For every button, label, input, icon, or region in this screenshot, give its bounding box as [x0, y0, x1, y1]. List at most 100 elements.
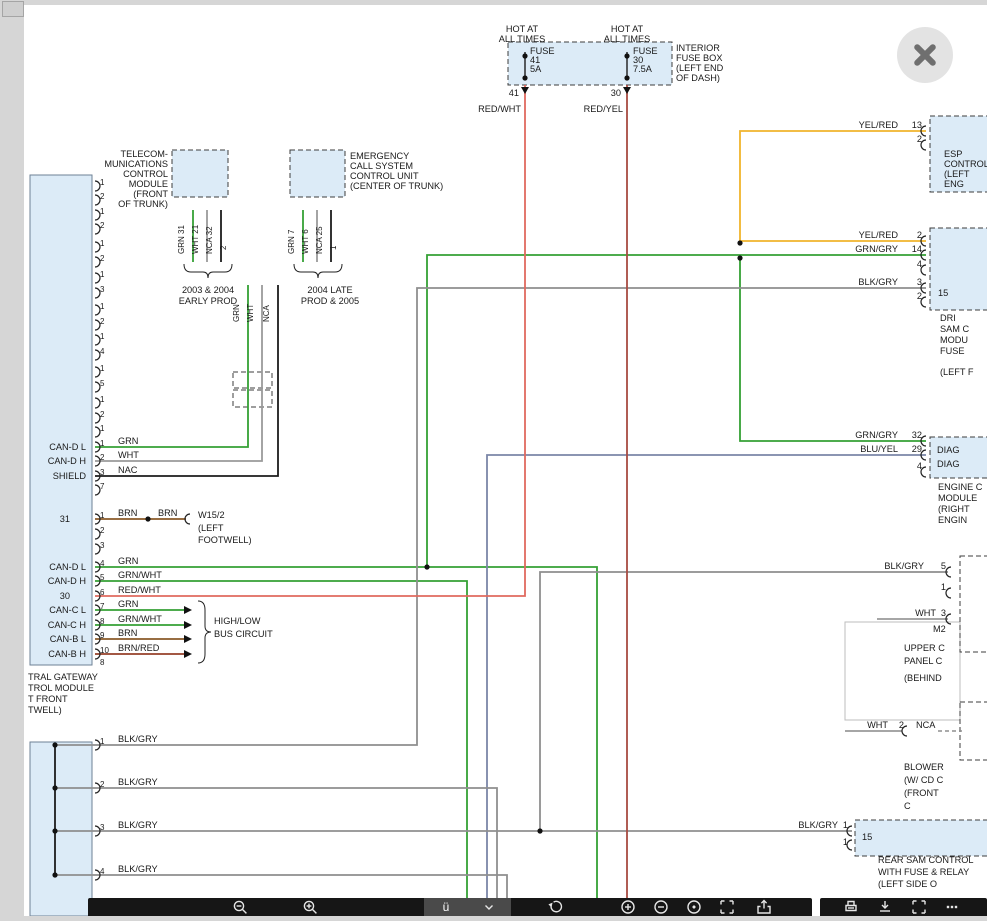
zoom-in-button[interactable] — [296, 898, 324, 916]
diagram-label: RED/WHT — [478, 104, 521, 114]
diagram-label: CAN-B L — [50, 634, 86, 644]
rotate-button[interactable] — [542, 898, 570, 916]
open-external-button[interactable] — [905, 898, 933, 916]
diagram-label: BRN — [118, 508, 137, 518]
tool-label: ü — [443, 900, 450, 914]
rotate-ccw-glyph — [551, 901, 561, 911]
pin-number: 2 — [100, 221, 105, 230]
diagram-label: (RIGHT — [938, 504, 970, 514]
dots-icon — [938, 898, 966, 916]
pin-number: 1 — [100, 511, 105, 520]
diagram-label: 2004 LATE — [307, 285, 352, 295]
wire-grn — [95, 285, 248, 447]
diagram-label-rotated: 2 — [219, 245, 228, 250]
circle-minus-icon — [647, 898, 675, 916]
diagram-label: (LEFT END — [676, 63, 724, 73]
diagram-label: 2 — [917, 230, 922, 240]
circle-dot-icon — [680, 898, 708, 916]
diagram-label: BRN — [158, 508, 177, 518]
pin-number: 1 — [100, 332, 105, 341]
diagram-label: GRN — [118, 599, 138, 609]
diagram-label: FOOTWELL) — [198, 535, 252, 545]
diagram-label: 41 — [509, 88, 519, 98]
module-dashed-box — [930, 437, 987, 478]
diagram-label: C — [904, 801, 911, 811]
circle-plus-icon — [614, 898, 642, 916]
diagram-label: BLU/YEL — [860, 444, 898, 454]
module-box — [845, 622, 960, 720]
diagram-label-rotated: WHT — [246, 304, 255, 322]
fullscreen-button[interactable] — [713, 898, 741, 916]
pin-number: 1 — [100, 439, 105, 448]
diagram-label: MODULE — [129, 179, 168, 189]
reset-view-button[interactable] — [680, 898, 708, 916]
diagram-label: (FRONT — [133, 189, 168, 199]
collapse-tool-button[interactable] — [467, 898, 511, 916]
diagram-label: FUSE BOX — [676, 53, 722, 63]
pin-number: 1 — [100, 395, 105, 404]
pin-number: 2 — [100, 526, 105, 535]
diagram-label: TRAL GATEWAY — [28, 672, 98, 682]
junction-dot — [737, 240, 742, 245]
zoom-in-alt-button[interactable] — [614, 898, 642, 916]
diagram-label: (LEFT — [198, 523, 224, 533]
wire-grn — [95, 567, 597, 916]
module-dashed-box — [960, 556, 987, 652]
diagram-label: (LEFT SIDE O — [878, 879, 937, 889]
diagram-label: 2 — [917, 134, 922, 144]
diagram-label: CAN-C H — [48, 620, 86, 630]
diagram-label: DIAG — [937, 459, 959, 469]
close-button[interactable] — [897, 27, 953, 83]
diagram-label: 30 — [611, 88, 621, 98]
page-tool-button[interactable]: ü — [424, 898, 468, 916]
diagram-label: HOT AT — [611, 24, 644, 34]
wire-grn — [740, 255, 926, 441]
pin-number: 1 — [100, 239, 105, 248]
diagram-label: ESP — [944, 149, 962, 159]
diagram-label: 1 — [843, 820, 848, 830]
diagram-label: 15 — [938, 288, 948, 298]
pin-number: 1 — [100, 178, 105, 187]
pin-number: 7 — [100, 482, 105, 491]
diagram-label: (LEFT — [944, 169, 970, 179]
menu-button[interactable] — [938, 898, 966, 916]
diagram-label: GRN/GRY — [855, 244, 898, 254]
diagram-label: YEL/RED — [859, 120, 899, 130]
diagram-label: BLK/GRY — [118, 864, 158, 874]
feed-arrow — [521, 87, 529, 94]
download-button[interactable] — [871, 898, 899, 916]
diagram-label: 4 — [917, 259, 922, 269]
diagram-label-rotated: NCA 25 — [315, 226, 324, 254]
diagram-label: OF DASH) — [676, 73, 720, 83]
diagram-label: BLK/GRY — [118, 734, 158, 744]
diagram-label: MUNICATIONS — [104, 159, 168, 169]
diagram-label: TELECOM- — [121, 149, 168, 159]
zoom-out-alt-button[interactable] — [647, 898, 675, 916]
diagram-label: 14 — [912, 244, 922, 254]
diagram-label-rotated: GRN — [232, 304, 241, 322]
pin-number: 10 — [100, 646, 109, 655]
diagram-label: 7.5A — [633, 64, 653, 74]
junction-dot — [624, 75, 629, 80]
module-dashed-box — [960, 702, 987, 760]
pin-number: 2 — [100, 410, 105, 419]
diagram-label: INTERIOR — [676, 43, 720, 53]
share-button[interactable] — [750, 898, 778, 916]
diagram-label: CONTROL — [123, 169, 168, 179]
diagram-label: CAN-C L — [49, 605, 86, 615]
diagram-label: CAN-B H — [48, 649, 86, 659]
diagram-label: BLK/GRY — [858, 277, 898, 287]
diagram-label: FUSE — [940, 346, 965, 356]
diagram-label: W15/2 — [198, 510, 225, 520]
zoom-out-button[interactable] — [226, 898, 254, 916]
pin-number: 2 — [100, 453, 105, 462]
diagram-label: NCA — [916, 720, 936, 730]
diagram-label: CAN-D L — [49, 562, 86, 572]
diagram-label: ENGINE C — [938, 482, 983, 492]
junction-dot — [52, 742, 57, 747]
print-button[interactable] — [837, 898, 865, 916]
pin-number: 1 — [100, 270, 105, 279]
diagram-label: 5 — [941, 561, 946, 571]
diagram-label: M2 — [933, 624, 946, 634]
diagram-label: 4 — [917, 461, 922, 471]
